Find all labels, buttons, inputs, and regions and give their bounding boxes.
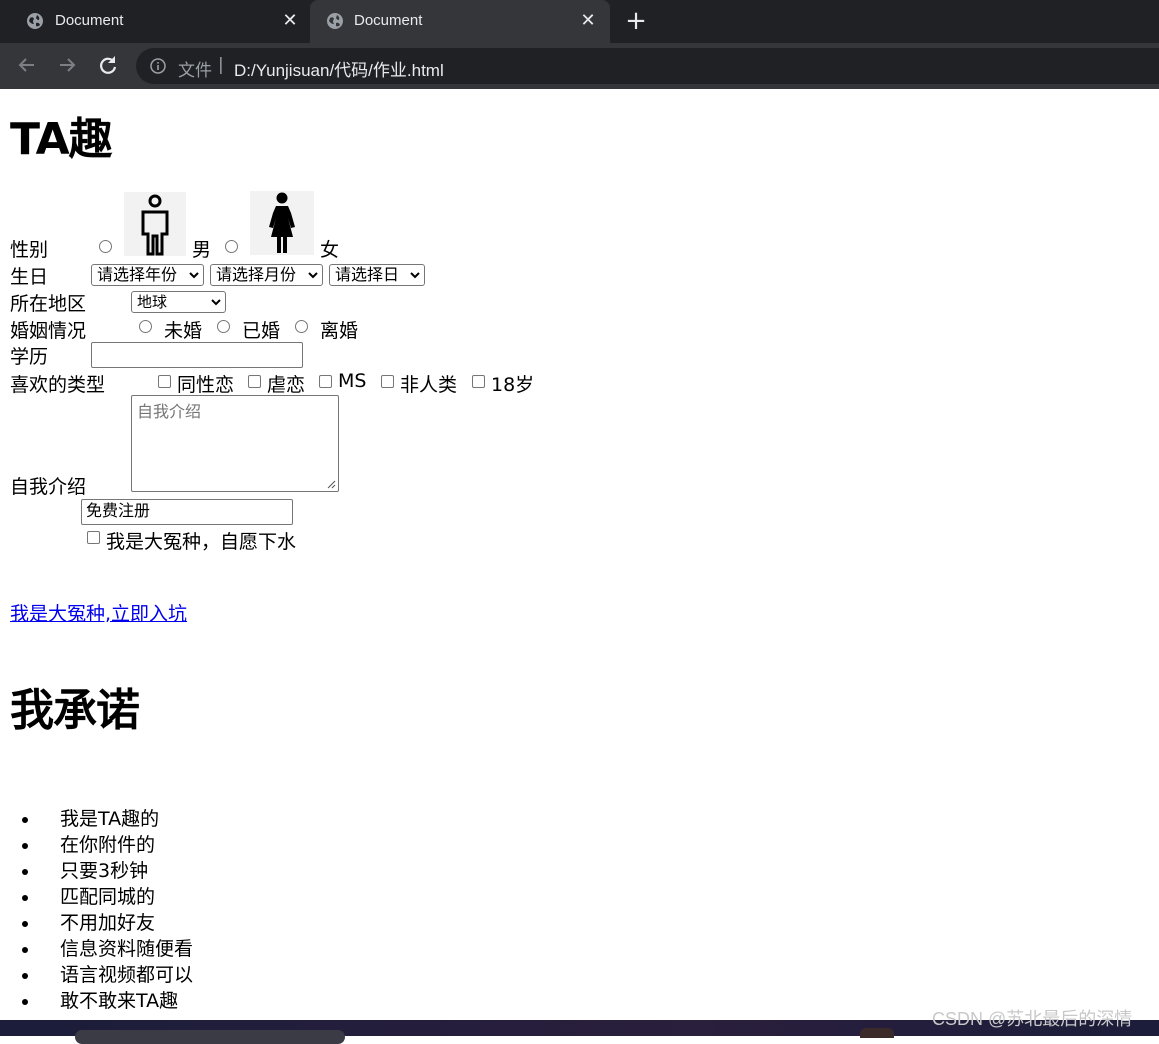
tab-close-icon[interactable]: ✕	[280, 11, 300, 31]
tab-document-1[interactable]: Document ✕	[0, 0, 310, 43]
marital-single-radio[interactable]	[139, 320, 152, 333]
tab-strip: Document ✕ Document ✕ +	[0, 0, 1159, 43]
birth-year-select[interactable]: 请选择年份	[91, 264, 204, 286]
likes-checkbox-2[interactable]	[248, 375, 261, 388]
likes-option-2: 虐恋	[267, 374, 306, 396]
chevron-down-icon	[211, 299, 221, 306]
register-button[interactable]: 免费注册	[81, 499, 293, 525]
address-separator: |	[218, 55, 224, 75]
tab-title: Document	[354, 12, 423, 29]
promise-list: 我是TA趣的 在你附件的 只要3秒钟 匹配同城的 不用加好友 信息资料随便看 语…	[0, 806, 193, 1014]
taskbar-search[interactable]	[75, 1030, 345, 1044]
file-scheme-label: 文件	[178, 61, 212, 80]
tab-document-2[interactable]: Document ✕	[310, 0, 610, 43]
watermark: CSDN @苏北最后的深情	[932, 1009, 1133, 1029]
page-content: TA趣 性别 男 女 生日 请选择年份 请选择月份 请选择日 所在地区 地球 婚…	[0, 89, 1159, 1020]
list-item: 匹配同城的	[40, 884, 193, 910]
taskbar-app-icon[interactable]	[860, 1028, 894, 1038]
chevron-down-icon	[308, 272, 318, 279]
tab-title: Document	[55, 12, 124, 29]
birth-day-select[interactable]: 请选择日	[329, 264, 425, 286]
reload-icon[interactable]	[96, 53, 120, 77]
likes-label: 喜欢的类型	[10, 374, 106, 396]
back-arrow-icon[interactable]	[15, 53, 39, 77]
birth-year-value: 请选择年份	[97, 265, 178, 284]
address-bar[interactable]: 文件 | D:/Yunjisuan/代码/作业.html	[136, 48, 1159, 84]
new-tab-plus-icon[interactable]: +	[624, 8, 648, 34]
tab-close-icon[interactable]: ✕	[578, 11, 598, 31]
marital-married-label: 已婚	[242, 320, 281, 342]
globe-icon	[27, 13, 43, 29]
marital-divorced-label: 离婚	[320, 320, 359, 342]
marital-label: 婚姻情况	[10, 320, 87, 342]
forward-arrow-icon[interactable]	[55, 53, 79, 77]
birth-month-select[interactable]: 请选择月份	[210, 264, 323, 286]
gender-male-label: 男	[192, 239, 212, 261]
promise-title: 我承诺	[10, 685, 140, 736]
intro-placeholder: 自我介绍	[137, 402, 202, 421]
likes-option-4: 非人类	[400, 374, 458, 396]
agree-label: 我是大冤种，自愿下水	[106, 531, 297, 553]
marital-married-radio[interactable]	[217, 320, 230, 333]
globe-icon	[327, 13, 343, 29]
list-item: 语言视频都可以	[40, 962, 193, 988]
female-icon	[250, 191, 314, 255]
male-icon	[124, 192, 186, 256]
education-label: 学历	[10, 346, 49, 368]
chevron-down-icon	[410, 272, 420, 279]
region-value: 地球	[137, 293, 168, 311]
likes-option-5: 18岁	[491, 374, 535, 396]
gender-female-label: 女	[320, 239, 340, 261]
likes-option-3: MS	[338, 370, 367, 392]
gender-label: 性别	[10, 239, 49, 261]
birth-month-value: 请选择月份	[216, 265, 297, 284]
list-item: 不用加好友	[40, 910, 193, 936]
intro-textarea[interactable]: 自我介绍	[131, 395, 339, 492]
birth-day-value: 请选择日	[335, 265, 400, 284]
agree-checkbox[interactable]	[87, 531, 100, 544]
gender-male-radio[interactable]	[99, 240, 112, 253]
page-title: TA趣	[10, 114, 113, 165]
list-item: 敢不敢来TA趣	[40, 988, 193, 1014]
list-item: 我是TA趣的	[40, 806, 193, 832]
chevron-down-icon	[189, 272, 199, 279]
likes-checkbox-5[interactable]	[472, 375, 485, 388]
enter-link[interactable]: 我是大冤种,立即入坑	[10, 599, 187, 626]
list-item: 只要3秒钟	[40, 858, 193, 884]
resize-handle-icon[interactable]	[327, 480, 336, 489]
likes-checkbox-1[interactable]	[158, 375, 171, 388]
likes-checkbox-3[interactable]	[319, 375, 332, 388]
marital-single-label: 未婚	[164, 320, 203, 342]
list-item: 在你附件的	[40, 832, 193, 858]
likes-checkbox-4[interactable]	[381, 375, 394, 388]
birthday-label: 生日	[10, 266, 49, 288]
list-item: 信息资料随便看	[40, 936, 193, 962]
browser-toolbar: 文件 | D:/Yunjisuan/代码/作业.html	[0, 43, 1159, 89]
intro-label: 自我介绍	[10, 476, 87, 498]
region-label: 所在地区	[10, 293, 87, 315]
info-icon[interactable]	[150, 58, 166, 74]
marital-divorced-radio[interactable]	[295, 320, 308, 333]
region-select[interactable]: 地球	[131, 291, 226, 313]
address-url[interactable]: D:/Yunjisuan/代码/作业.html	[234, 56, 444, 81]
education-input[interactable]	[91, 342, 303, 368]
gender-female-radio[interactable]	[225, 240, 238, 253]
likes-option-1: 同性恋	[177, 374, 235, 396]
